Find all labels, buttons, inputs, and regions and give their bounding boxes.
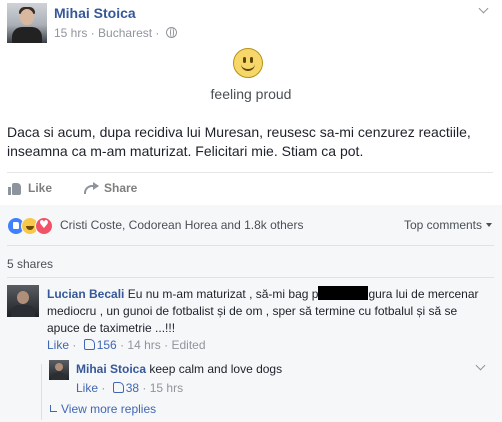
comment-like-count[interactable]: 156 (97, 338, 117, 352)
divider (7, 277, 494, 278)
meta-separator: · (155, 26, 160, 40)
feeling-label: feeling proud (210, 86, 292, 102)
reply-like-link[interactable]: Like (76, 381, 98, 395)
reactors-summary[interactable]: Cristi Coste, Codorean Horea and 1.8k ot… (60, 218, 303, 232)
post-time[interactable]: 15 hrs (54, 26, 87, 40)
love-reaction-icon (35, 217, 53, 235)
dot-separator: · (120, 338, 125, 352)
comment-time[interactable]: 14 hrs (127, 338, 160, 352)
reply-time[interactable]: 15 hrs (150, 381, 183, 395)
comment-avatar[interactable] (7, 285, 39, 317)
reply-arrow-icon (50, 405, 57, 412)
globe-icon[interactable] (165, 27, 177, 38)
reply-author[interactable]: Mihai Stoica (76, 362, 146, 376)
dot-separator: · (72, 338, 77, 352)
thumbs-up-icon (112, 382, 124, 393)
meta-separator: · (90, 26, 95, 40)
reply-body: Mihai Stoica keep calm and love dogs (76, 361, 282, 378)
post-text: Daca si acum, dupa recidiva lui Muresan,… (7, 124, 471, 159)
divider (7, 245, 494, 246)
thumbs-up-icon (83, 339, 95, 350)
post-header: Mihai Stoica 15 hrs · Bucharest · (7, 3, 497, 43)
view-more-label: View more replies (61, 402, 157, 416)
caret-down-icon (486, 223, 492, 227)
comment-like-link[interactable]: Like (47, 338, 69, 352)
share-arrow-icon (84, 182, 99, 194)
like-button[interactable]: Like (8, 181, 52, 195)
comment-edited[interactable]: Edited (171, 338, 205, 352)
comment-actions: Like · 156 · 14 hrs · Edited (47, 338, 206, 352)
post-location[interactable]: Bucharest (98, 26, 152, 40)
divider (7, 172, 493, 173)
reply-text: keep calm and love dogs (149, 362, 283, 376)
reply-actions: Like · 38 · 15 hrs (76, 381, 183, 395)
comment-body: Lucian Becali Eu nu m-am maturizat , să-… (47, 286, 487, 337)
share-label: Share (104, 181, 138, 195)
reply-thread-line (41, 364, 42, 420)
shares-count[interactable]: 5 shares (7, 257, 53, 271)
feedback-section: Cristi Coste, Codorean Horea and 1.8k ot… (0, 205, 502, 422)
post-meta: 15 hrs · Bucharest · (54, 26, 177, 40)
dot-separator: · (142, 381, 147, 395)
share-button[interactable]: Share (84, 181, 137, 195)
reply-avatar[interactable] (49, 360, 69, 380)
comment-sort-label: Top comments (403, 218, 482, 232)
post-author-name[interactable]: Mihai Stoica (54, 5, 136, 21)
redaction-bar (318, 286, 369, 300)
view-more-replies-link[interactable]: View more replies (50, 402, 156, 416)
post-options-chevron-icon[interactable] (477, 5, 491, 15)
dot-separator: · (101, 381, 106, 395)
comment-text-part: Eu nu m-am maturizat , să-mi bag p (127, 287, 319, 301)
reply-like-count[interactable]: 38 (126, 381, 139, 395)
reply-options-chevron-icon[interactable] (474, 362, 488, 372)
comment-author[interactable]: Lucian Becali (47, 287, 124, 301)
reaction-icons[interactable] (7, 217, 53, 235)
smiley-face-icon (233, 48, 263, 78)
comment-sort-dropdown[interactable]: Top comments (404, 218, 492, 232)
like-label: Like (28, 181, 53, 195)
dot-separator: · (164, 338, 169, 352)
author-avatar[interactable] (7, 3, 47, 43)
thumbs-up-icon (8, 182, 22, 195)
